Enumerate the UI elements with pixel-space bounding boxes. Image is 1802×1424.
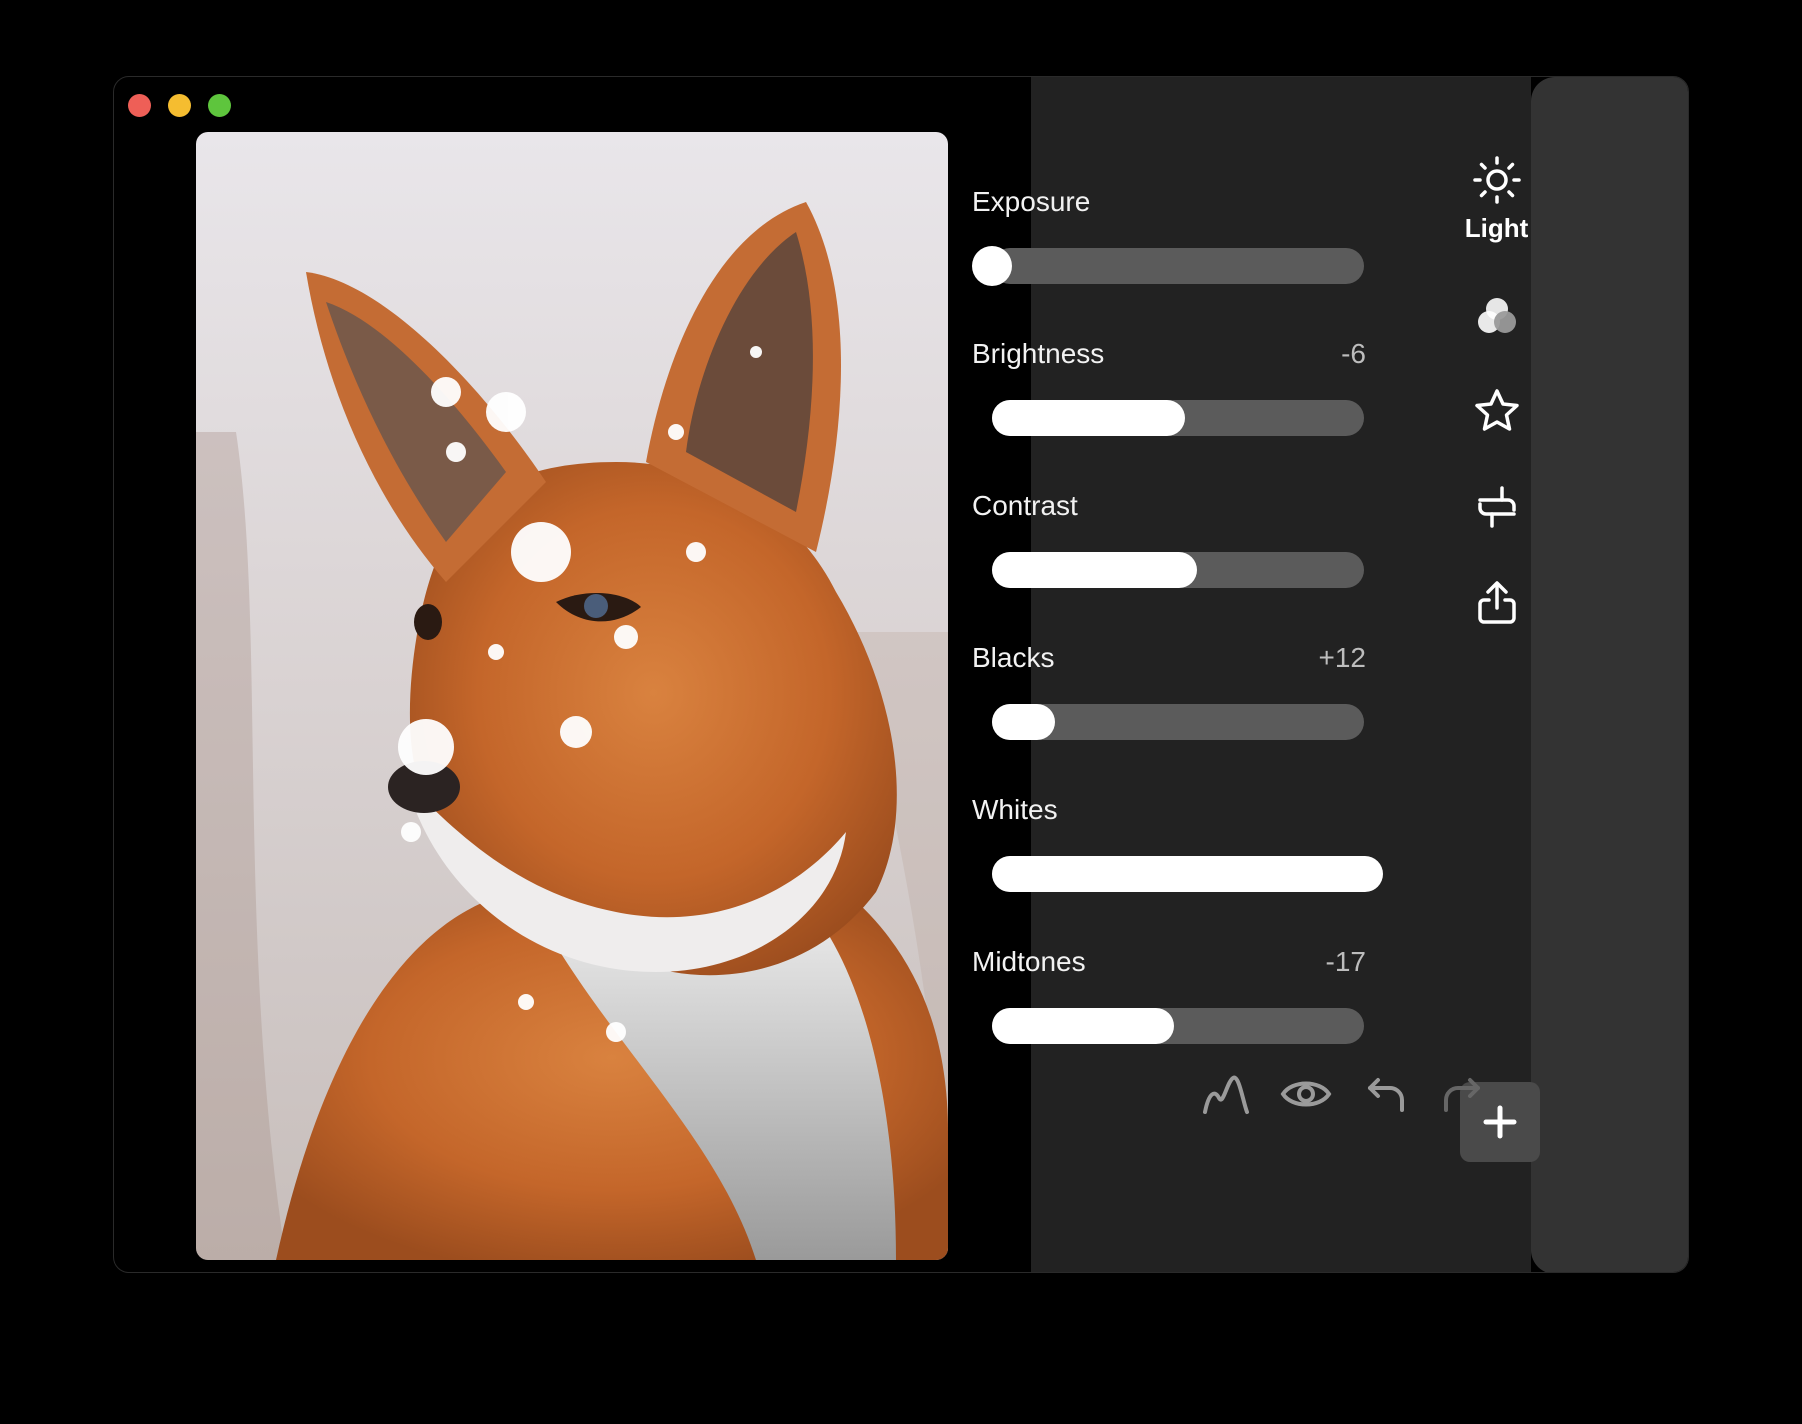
color-circles-icon <box>1477 298 1516 333</box>
brightness-slider-fill <box>992 400 1185 436</box>
rail-color-button[interactable] <box>1417 294 1576 340</box>
tool-rail <box>1531 77 1688 1272</box>
redo-icon <box>1444 1078 1480 1112</box>
share-icon <box>1477 581 1516 624</box>
blacks-label: Blacks <box>972 642 1055 673</box>
blacks-value: +12 <box>1318 642 1367 673</box>
exposure-label: Exposure <box>972 186 1091 217</box>
rail-crop-button[interactable] <box>1417 482 1576 532</box>
blacks-slider-fill <box>992 704 1055 740</box>
brightness-slider[interactable] <box>992 400 1364 436</box>
star-icon <box>1474 389 1519 431</box>
undo-button[interactable] <box>1358 1066 1414 1122</box>
rail-effects-button[interactable] <box>1417 386 1576 436</box>
whites-slider-fill <box>992 856 1383 892</box>
eye-icon <box>1280 1081 1332 1107</box>
crop-rotate-icon <box>1477 486 1516 528</box>
rail-light-button[interactable]: Light <box>1417 155 1576 244</box>
curve-tool-button[interactable] <box>1198 1066 1254 1122</box>
midtones-slider-fill <box>992 1008 1174 1044</box>
whites-label: Whites <box>972 794 1058 825</box>
midtones-label: Midtones <box>972 946 1086 977</box>
midtones-value: -17 <box>1325 946 1366 977</box>
maximize-window-button[interactable] <box>208 94 231 117</box>
brightness-value: -6 <box>1341 338 1366 369</box>
whites-slider[interactable] <box>992 856 1383 892</box>
contrast-slider[interactable] <box>992 552 1364 588</box>
contrast-label: Contrast <box>972 490 1078 521</box>
rail-light-label: Light <box>1464 213 1529 243</box>
preview-toggle-button[interactable] <box>1278 1066 1334 1122</box>
close-window-button[interactable] <box>128 94 151 117</box>
blacks-slider[interactable] <box>992 704 1364 740</box>
exposure-slider-knob[interactable] <box>972 246 1012 286</box>
photo-canvas[interactable] <box>196 132 948 1260</box>
sun-icon <box>1472 156 1521 204</box>
fox-photo <box>196 132 948 1260</box>
minimize-window-button[interactable] <box>168 94 191 117</box>
midtones-slider[interactable] <box>992 1008 1364 1044</box>
brightness-label: Brightness <box>972 338 1105 369</box>
curve-icon <box>1203 1075 1249 1114</box>
exposure-slider[interactable] <box>972 246 1364 286</box>
rail-export-button[interactable] <box>1417 578 1576 628</box>
undo-icon <box>1368 1078 1404 1112</box>
contrast-slider-fill <box>992 552 1197 588</box>
redo-button[interactable] <box>1434 1066 1490 1122</box>
window-controls <box>128 94 231 117</box>
